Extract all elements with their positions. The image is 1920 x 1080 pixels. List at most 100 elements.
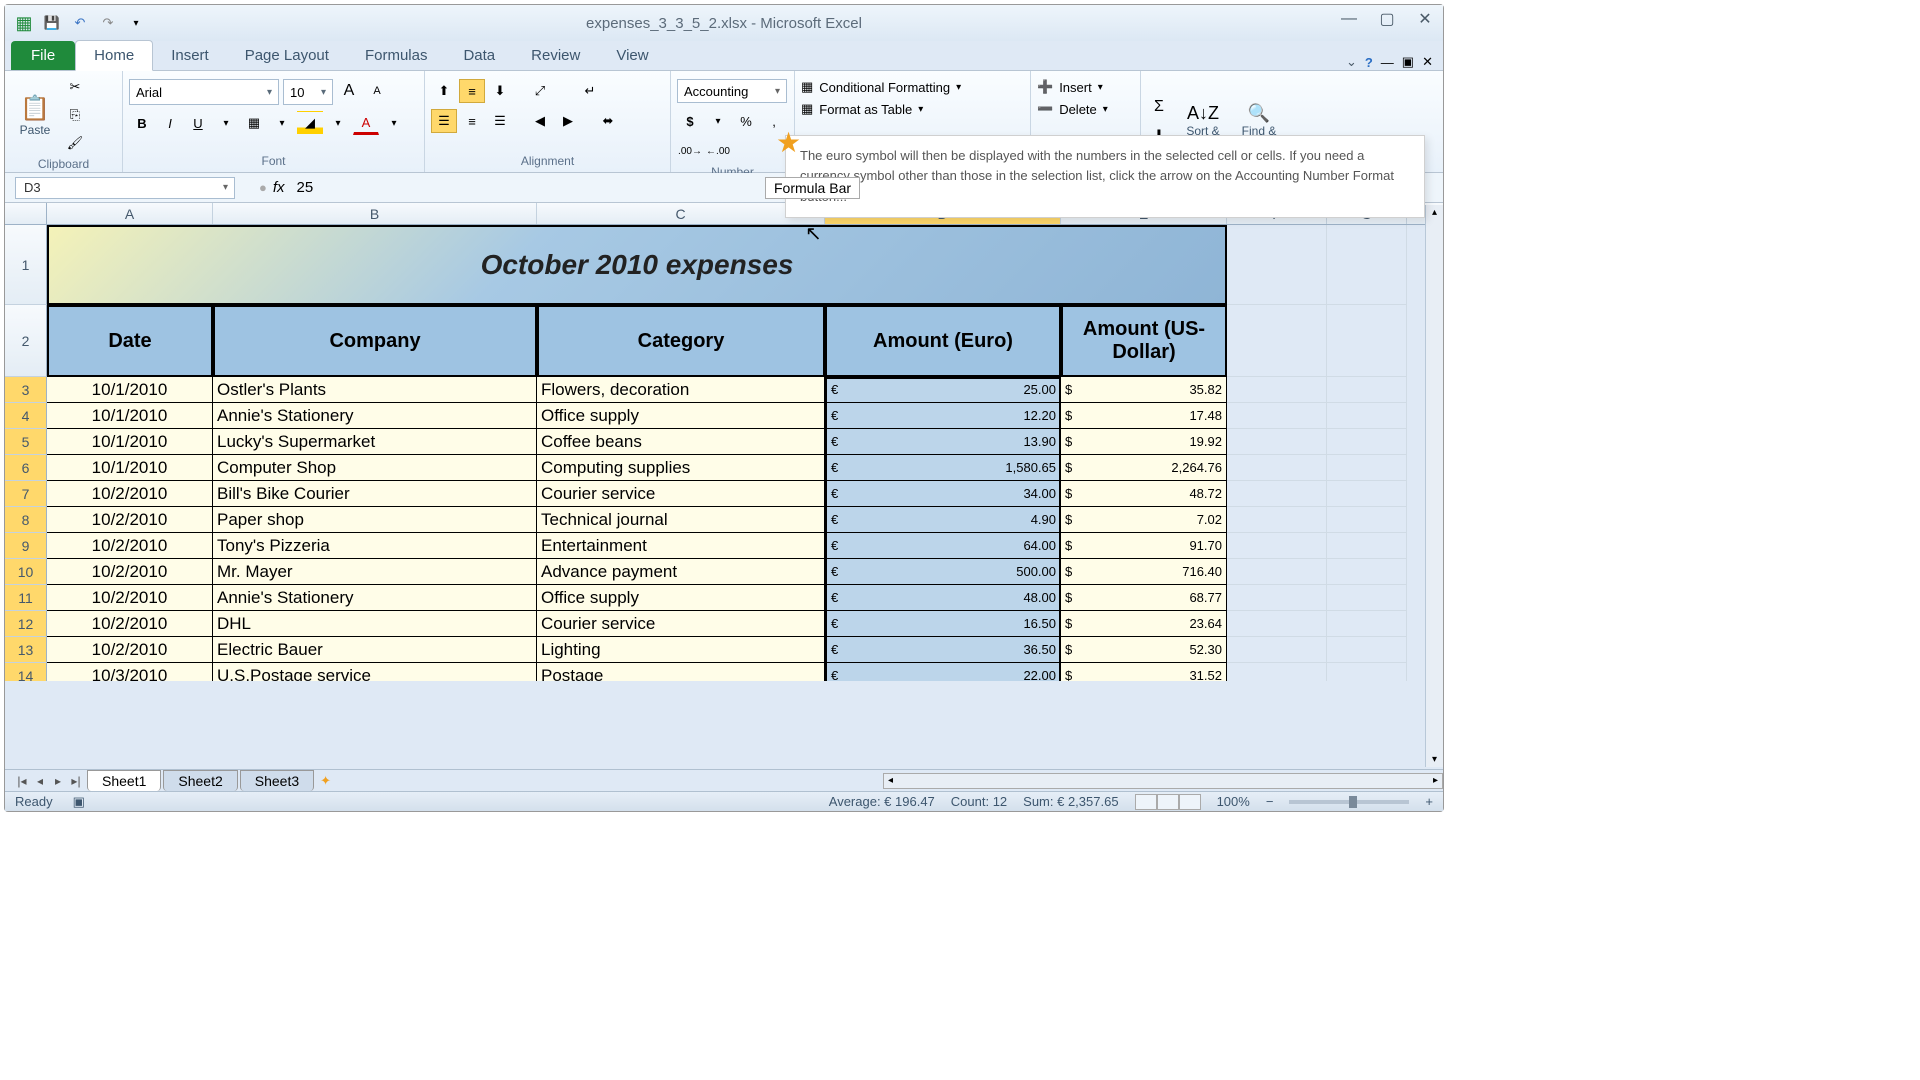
doc-close-icon[interactable]: ✕: [1422, 54, 1433, 70]
sheet-nav-next-icon[interactable]: ▸: [49, 774, 67, 788]
row-header-11[interactable]: 11: [5, 585, 47, 611]
empty-cell[interactable]: [1227, 559, 1327, 585]
cell-usd[interactable]: $91.70: [1061, 533, 1227, 559]
cell-usd[interactable]: $48.72: [1061, 481, 1227, 507]
empty-cell[interactable]: [1227, 403, 1327, 429]
percent-icon[interactable]: %: [733, 109, 759, 133]
currency-icon[interactable]: $: [677, 109, 703, 133]
cell-usd[interactable]: $52.30: [1061, 637, 1227, 663]
name-box[interactable]: D3: [15, 177, 235, 199]
cell-category[interactable]: Advance payment: [537, 559, 825, 585]
help-icon[interactable]: ?: [1365, 55, 1373, 70]
empty-cell[interactable]: [1327, 507, 1407, 533]
format-as-table-button[interactable]: ▦ Format as Table ▾: [801, 101, 1024, 117]
font-color-icon[interactable]: A: [353, 111, 379, 135]
font-size-select[interactable]: 10: [283, 79, 333, 105]
empty-cell[interactable]: [1327, 533, 1407, 559]
empty-cell[interactable]: [1227, 585, 1327, 611]
cell-date[interactable]: 10/2/2010: [47, 507, 213, 533]
cell-date[interactable]: 10/1/2010: [47, 429, 213, 455]
fill-dropdown-icon[interactable]: ▾: [325, 111, 351, 135]
cell-usd[interactable]: $23.64: [1061, 611, 1227, 637]
cell-category[interactable]: Coffee beans: [537, 429, 825, 455]
cell-company[interactable]: Electric Bauer: [213, 637, 537, 663]
row-header-12[interactable]: 12: [5, 611, 47, 637]
cell-company[interactable]: Computer Shop: [213, 455, 537, 481]
cell-category[interactable]: Courier service: [537, 611, 825, 637]
cell-euro[interactable]: €13.90: [825, 429, 1061, 455]
cell-euro[interactable]: €22.00: [825, 663, 1061, 681]
delete-cells-button[interactable]: ➖Delete▾: [1037, 101, 1134, 117]
empty-cell[interactable]: [1327, 637, 1407, 663]
cell-company[interactable]: Annie's Stationery: [213, 403, 537, 429]
cell-date[interactable]: 10/2/2010: [47, 637, 213, 663]
empty-cell[interactable]: [1327, 377, 1407, 403]
insert-cells-button[interactable]: ➕Insert▾: [1037, 79, 1134, 95]
tab-review[interactable]: Review: [513, 41, 598, 70]
borders-icon[interactable]: ▦: [241, 111, 267, 135]
cell-date[interactable]: 10/1/2010: [47, 403, 213, 429]
cell-category[interactable]: Technical journal: [537, 507, 825, 533]
find-select-button[interactable]: 🔍Find &: [1235, 103, 1283, 138]
tab-file[interactable]: File: [11, 41, 75, 70]
empty-cell[interactable]: [1227, 533, 1327, 559]
zoom-slider[interactable]: [1289, 800, 1409, 804]
merge-center-icon[interactable]: ⬌: [595, 109, 621, 133]
sheet-nav-prev-icon[interactable]: ◂: [31, 774, 49, 788]
empty-cell[interactable]: [1327, 559, 1407, 585]
doc-restore-icon[interactable]: ▣: [1402, 54, 1414, 70]
cell-euro[interactable]: €12.20: [825, 403, 1061, 429]
conditional-formatting-button[interactable]: ▦ Conditional Formatting ▾: [801, 79, 1024, 95]
tab-data[interactable]: Data: [445, 41, 513, 70]
row-header-5[interactable]: 5: [5, 429, 47, 455]
spreadsheet-grid[interactable]: ABCDEFG 1234567891011121314 October 2010…: [5, 203, 1443, 681]
cell-usd[interactable]: $31.52: [1061, 663, 1227, 681]
cell-company[interactable]: U.S.Postage service: [213, 663, 537, 681]
empty-cell[interactable]: [1227, 481, 1327, 507]
zoom-level[interactable]: 100%: [1217, 794, 1250, 809]
cell-company[interactable]: DHL: [213, 611, 537, 637]
row-header-6[interactable]: 6: [5, 455, 47, 481]
cell-usd[interactable]: $19.92: [1061, 429, 1227, 455]
format-painter-icon[interactable]: 🖌: [63, 131, 87, 155]
cell-company[interactable]: Mr. Mayer: [213, 559, 537, 585]
row-header-2[interactable]: 2: [5, 305, 47, 377]
row-header-4[interactable]: 4: [5, 403, 47, 429]
cell-usd[interactable]: $716.40: [1061, 559, 1227, 585]
align-left-icon[interactable]: ☰: [431, 109, 457, 133]
fill-color-icon[interactable]: ◢: [297, 111, 323, 135]
column-header-A[interactable]: A: [47, 203, 213, 224]
cell-euro[interactable]: €500.00: [825, 559, 1061, 585]
sheet-tab-2[interactable]: Sheet2: [163, 770, 237, 791]
cell-euro[interactable]: €64.00: [825, 533, 1061, 559]
tab-view[interactable]: View: [598, 41, 666, 70]
cell-category[interactable]: Office supply: [537, 403, 825, 429]
empty-cell[interactable]: [1327, 663, 1407, 681]
cell-company[interactable]: Paper shop: [213, 507, 537, 533]
cell-category[interactable]: Office supply: [537, 585, 825, 611]
cell-euro[interactable]: €1,580.65: [825, 455, 1061, 481]
align-right-icon[interactable]: ☰: [487, 109, 513, 133]
cell-category[interactable]: Courier service: [537, 481, 825, 507]
cell-usd[interactable]: $7.02: [1061, 507, 1227, 533]
decrease-indent-icon[interactable]: ◀: [527, 109, 553, 133]
empty-cell[interactable]: [1227, 305, 1327, 377]
table-header[interactable]: Date: [47, 305, 213, 377]
empty-cell[interactable]: [1227, 377, 1327, 403]
sheet-nav-last-icon[interactable]: ▸|: [67, 774, 85, 788]
cell-date[interactable]: 10/1/2010: [47, 455, 213, 481]
bold-button[interactable]: B: [129, 111, 155, 135]
column-header-C[interactable]: C: [537, 203, 825, 224]
close-icon[interactable]: ✕: [1413, 9, 1437, 29]
empty-cell[interactable]: [1227, 663, 1327, 681]
zoom-in-icon[interactable]: +: [1425, 794, 1433, 809]
redo-icon[interactable]: ↷: [97, 12, 119, 34]
paste-button[interactable]: 📋 Paste: [11, 94, 59, 137]
row-header-13[interactable]: 13: [5, 637, 47, 663]
cell-euro[interactable]: €48.00: [825, 585, 1061, 611]
empty-cell[interactable]: [1327, 455, 1407, 481]
view-buttons[interactable]: [1135, 794, 1201, 810]
table-header[interactable]: Category: [537, 305, 825, 377]
cell-company[interactable]: Tony's Pizzeria: [213, 533, 537, 559]
currency-dropdown-icon[interactable]: ▾: [705, 109, 731, 133]
